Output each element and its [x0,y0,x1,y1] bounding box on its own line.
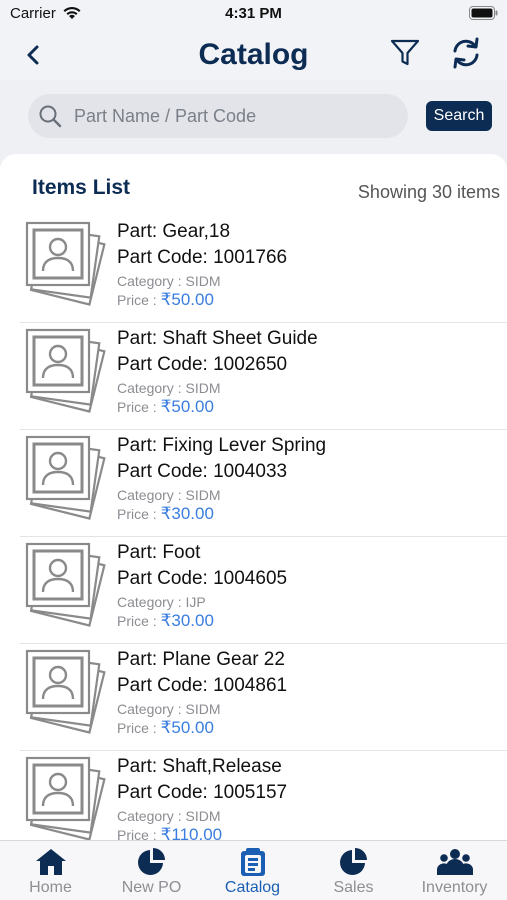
back-button[interactable] [20,40,50,70]
placeholder-image-icon [25,756,106,840]
items-list[interactable]: Part: Gear,18 Part Code: 1001766 Category … [0,216,507,840]
part-category: Category : SIDM [117,273,221,289]
placeholder-image-icon [25,435,106,520]
catalog-icon [241,848,265,876]
list-title: Items List [32,176,131,199]
home-icon [36,849,66,875]
placeholder-image-icon [25,542,106,627]
navigation-bar: Catalog [0,30,507,80]
tab-inventory[interactable]: Inventory [404,841,505,900]
tab-catalog[interactable]: Catalog [202,841,303,900]
search-area: Search [0,80,507,154]
price-label: Price : [117,720,161,736]
price-row: Price : ₹30.00 [117,611,214,631]
tab-label: Catalog [224,879,281,896]
filter-icon [390,39,420,66]
price-row: Price : ₹50.00 [117,397,214,417]
price-label: Price : [117,506,161,522]
part-code: Part Code: 1001766 [117,247,288,268]
part-code: Part Code: 1004861 [117,675,288,696]
part-category: Category : SIDM [117,380,221,396]
part-name: Part: Foot [117,542,201,563]
page-title: Catalog [198,38,309,71]
part-name: Part: Plane Gear 22 [117,649,285,670]
part-code: Part Code: 1004033 [117,461,288,482]
part-category: Category : IJP [117,594,206,610]
tab-sales[interactable]: Sales [303,841,404,900]
price-value: ₹50.00 [160,290,214,309]
tab-home[interactable]: Home [0,841,101,900]
price-label: Price : [117,613,161,629]
list-item[interactable]: Part: Gear,18 Part Code: 1001766 Category … [0,216,507,323]
part-code: Part Code: 1005157 [117,782,288,803]
price-label: Price : [117,399,161,415]
placeholder-image-icon [25,649,106,734]
price-row: Price : ₹50.00 [117,718,214,738]
tab-label: Home [29,879,72,896]
items-card: Items List Showing 30 items Part: Gear,1… [0,154,507,840]
part-name: Part: Shaft,Release [117,756,282,777]
search-box[interactable] [28,94,408,138]
part-name: Part: Gear,18 [117,221,231,242]
placeholder-image-icon [25,221,106,306]
list-item[interactable]: Part: Fixing Lever Spring Part Code: 1004… [0,430,507,537]
price-value: ₹30.00 [160,504,214,523]
list-item[interactable]: Part: Plane Gear 22 Part Code: 1004861 Cat… [0,644,507,751]
price-label: Price : [117,292,161,308]
item-count: Showing 30 items [357,182,500,202]
search-input[interactable] [74,94,394,138]
price-value: ₹50.00 [160,718,214,737]
part-code: Part Code: 1002650 [117,354,288,375]
placeholder-image-icon [25,328,106,413]
list-item[interactable]: Part: Shaft Sheet Guide Part Code: 100265… [0,323,507,430]
list-header: Items List Showing 30 items [0,154,507,218]
part-name: Part: Shaft Sheet Guide [117,328,318,349]
tab-bar: Home New PO Catalog Sales Inventory [0,840,507,900]
filter-button[interactable] [388,36,422,70]
tab-new-po[interactable]: New PO [101,841,202,900]
chevron-left-icon [27,45,39,65]
part-category: Category : SIDM [117,487,221,503]
price-row: Price : ₹50.00 [117,290,214,310]
people-icon [437,849,473,875]
tab-label: Sales [333,879,374,896]
price-value: ₹110.00 [160,825,223,840]
pie-chart-icon [138,848,165,875]
part-category: Category : SIDM [117,701,221,717]
pie-chart-icon [340,848,367,875]
part-category: Category : SIDM [117,808,221,824]
list-item[interactable]: Part: Shaft,Release Part Code: 1005157 Cat… [0,751,507,840]
price-row: Price : ₹110.00 [117,825,222,840]
price-value: ₹50.00 [160,397,214,416]
part-name: Part: Fixing Lever Spring [117,435,327,456]
battery-icon [469,6,498,20]
clock: 4:31 PM [225,5,282,22]
refresh-button[interactable] [448,36,484,70]
search-icon [39,105,62,128]
status-bar: Carrier 4:31 PM [0,0,507,30]
price-row: Price : ₹30.00 [117,504,214,524]
list-item[interactable]: Part: Foot Part Code: 1004605 Category : I… [0,537,507,644]
price-value: ₹30.00 [160,611,214,630]
tab-label: New PO [121,879,182,896]
price-label: Price : [117,827,161,840]
search-button[interactable]: Search [426,101,492,131]
refresh-icon [453,37,479,69]
part-code: Part Code: 1004605 [117,568,288,589]
tab-label: Inventory [421,879,488,896]
